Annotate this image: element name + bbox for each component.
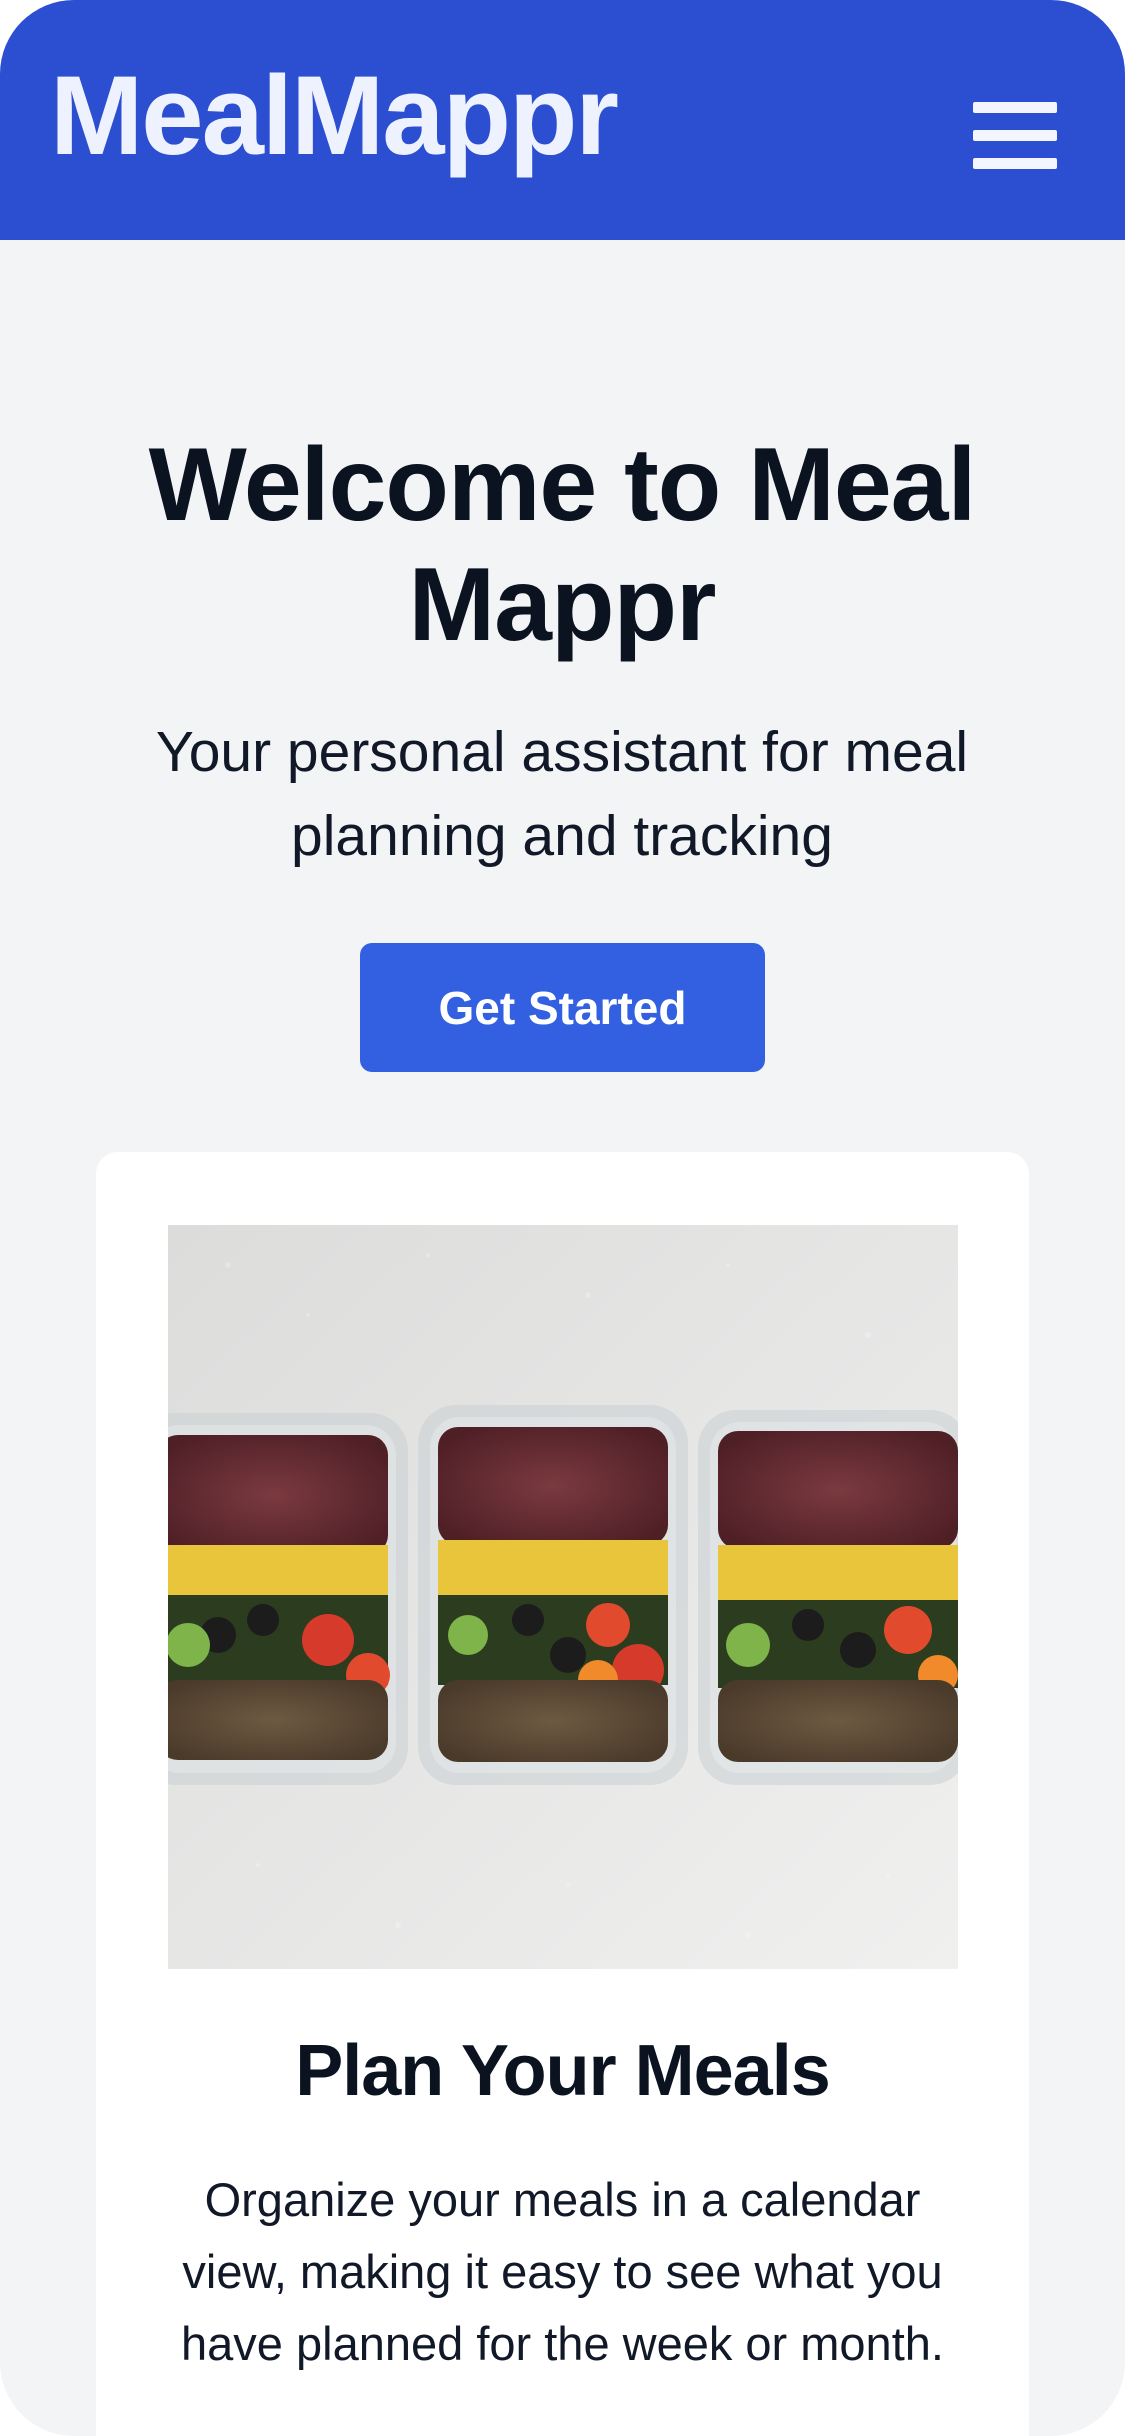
feature-title: Plan Your Meals bbox=[295, 2031, 831, 2111]
feature-card-plan-meals: Plan Your Meals Organize your meals in a… bbox=[96, 1152, 1029, 2436]
feature-description: Organize your meals in a calendar view, … bbox=[181, 2173, 944, 2370]
meal-prep-containers-photo bbox=[168, 1225, 958, 1969]
menu-line bbox=[973, 158, 1057, 169]
hero-subtitle: Your personal assistant for meal plannin… bbox=[155, 720, 969, 868]
brand-logo-text[interactable]: MealMappr bbox=[50, 60, 619, 172]
menu-line bbox=[973, 102, 1057, 113]
menu-line bbox=[973, 130, 1057, 141]
get-started-button[interactable]: Get Started bbox=[360, 943, 765, 1072]
hamburger-menu-icon[interactable] bbox=[970, 96, 1060, 176]
top-app-bar: MealMappr bbox=[0, 0, 1125, 240]
app-screen: MealMappr Welcome to Meal Mappr Your per… bbox=[0, 0, 1125, 2436]
hero-title: Welcome to Meal Mappr bbox=[148, 427, 977, 663]
